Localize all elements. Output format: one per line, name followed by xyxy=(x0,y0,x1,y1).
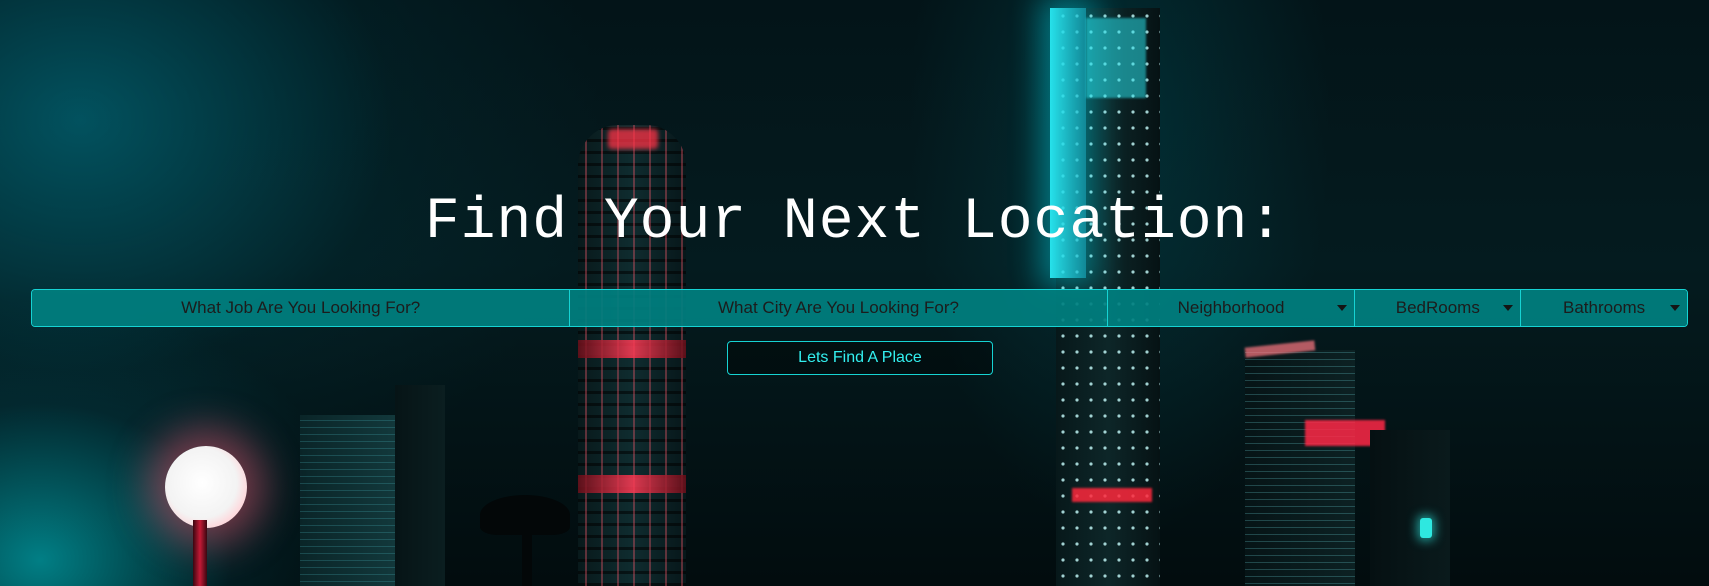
background-neon-band xyxy=(578,475,686,493)
hero-section: Find Your Next Location: What Job Are Yo… xyxy=(0,0,1709,586)
street-lamp-icon xyxy=(165,446,247,528)
background-light xyxy=(1420,518,1432,538)
background-neon-band xyxy=(1072,488,1152,502)
background-neon-sign xyxy=(1244,340,1316,358)
bathrooms-select[interactable]: Bathrooms xyxy=(1521,290,1687,326)
page-title: Find Your Next Location: xyxy=(424,190,1285,255)
background-neon-sign xyxy=(608,129,658,149)
background-neon-crown xyxy=(1086,18,1146,98)
neighborhood-select[interactable]: Neighborhood xyxy=(1107,290,1356,326)
bedrooms-select[interactable]: BedRooms xyxy=(1355,290,1522,326)
bathrooms-select-value: Bathrooms xyxy=(1562,298,1646,317)
street-lamp-pole xyxy=(193,520,207,586)
background-tree-trunk xyxy=(522,525,532,586)
find-place-button[interactable]: Lets Find A Place xyxy=(727,341,993,375)
job-search-placeholder: What Job Are You Looking For? xyxy=(181,298,421,317)
city-search-placeholder: What City Are You Looking For? xyxy=(718,298,959,317)
background-building xyxy=(1244,340,1385,586)
job-search-input[interactable]: What Job Are You Looking For? xyxy=(32,290,571,326)
search-bar: What Job Are You Looking For? What City … xyxy=(31,289,1688,327)
background-building xyxy=(300,415,395,586)
caret-down-icon xyxy=(1503,305,1514,311)
background-neon-band xyxy=(578,340,686,358)
bedrooms-select-value: BedRooms xyxy=(1395,298,1480,317)
caret-down-icon xyxy=(1337,305,1348,311)
caret-down-icon xyxy=(1669,305,1680,311)
background-building xyxy=(1370,430,1450,586)
background-building xyxy=(395,385,445,586)
neighborhood-select-value: Neighborhood xyxy=(1177,298,1285,317)
city-search-input[interactable]: What City Are You Looking For? xyxy=(570,290,1108,326)
